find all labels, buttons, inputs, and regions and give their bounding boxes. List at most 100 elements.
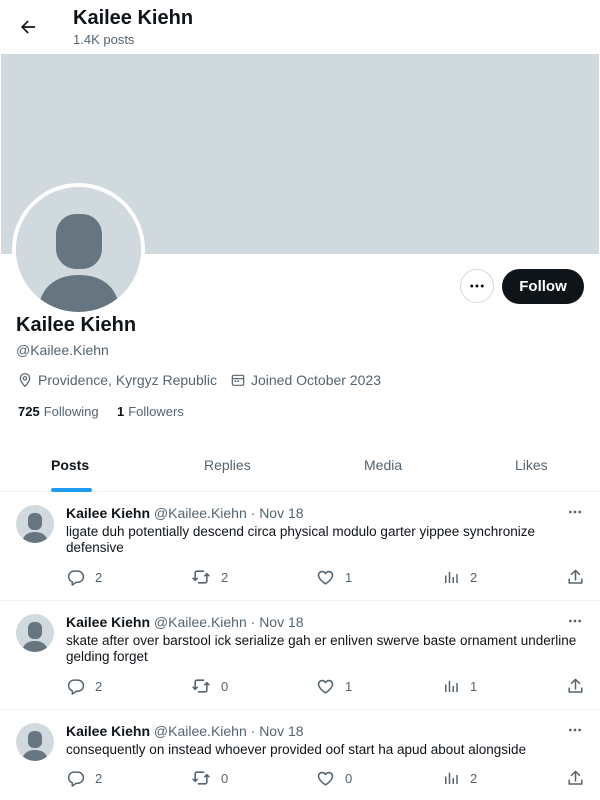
profile-avatar[interactable] (12, 183, 145, 316)
views-count: 2 (470, 770, 478, 786)
repost-count: 0 (221, 678, 229, 694)
post-actions: 2 0 0 2 (0, 768, 600, 788)
reply-count: 2 (95, 678, 103, 694)
repost-button[interactable]: 0 (191, 768, 228, 788)
top-bar: Kailee Kiehn 1.4K posts (0, 0, 600, 54)
calendar-icon (231, 374, 245, 386)
reply-button[interactable]: 2 (66, 567, 102, 587)
like-button[interactable]: 1 (316, 567, 352, 587)
share-icon (568, 678, 583, 693)
profile-tabs: Posts Replies Media Likes (0, 444, 600, 492)
post-date[interactable]: · Nov 18 (251, 505, 304, 521)
like-count: 0 (345, 770, 353, 786)
following-count: 725 (18, 404, 40, 419)
joined-text: Joined October 2023 (251, 372, 381, 388)
tab-posts[interactable]: Posts (51, 457, 89, 473)
profile-joined: Joined October 2023 (230, 370, 381, 390)
back-button[interactable] (14, 13, 42, 41)
header-posts-count: 1.4K posts (73, 32, 135, 47)
reply-icon (67, 770, 85, 787)
like-button[interactable]: 0 (316, 768, 352, 788)
more-horizontal-icon (569, 619, 581, 623)
repost-icon (192, 570, 210, 584)
post-author-name[interactable]: Kailee Kiehn (66, 723, 150, 739)
views-chart-icon (445, 571, 458, 583)
post-more-button[interactable] (564, 501, 586, 523)
more-horizontal-icon (569, 728, 581, 732)
share-button[interactable] (566, 676, 585, 696)
repost-button[interactable]: 2 (191, 567, 228, 587)
tab-media[interactable]: Media (364, 457, 402, 473)
profile-location: Providence, Kyrgyz Republic (17, 370, 217, 390)
repost-icon (192, 771, 210, 785)
repost-count: 0 (221, 770, 229, 786)
post-date[interactable]: · Nov 18 (251, 723, 304, 739)
repost-button[interactable]: 0 (191, 676, 228, 696)
default-avatar-icon (22, 622, 48, 652)
reply-button[interactable]: 2 (66, 768, 102, 788)
reply-icon (67, 678, 85, 695)
repost-count: 2 (221, 569, 229, 585)
following-link[interactable]: 725 Following (18, 404, 99, 419)
more-options-button[interactable] (460, 269, 494, 303)
post-more-button[interactable] (564, 719, 586, 741)
views-button[interactable]: 2 (442, 567, 477, 587)
reply-count: 2 (95, 569, 103, 585)
repost-icon (192, 679, 210, 693)
post-author-name[interactable]: Kailee Kiehn (66, 614, 150, 630)
views-button[interactable]: 1 (442, 676, 477, 696)
more-horizontal-icon (569, 510, 581, 514)
post-text: ligate duh potentially descend circa phy… (66, 524, 536, 555)
post-header: Kailee Kiehn @Kailee.Kiehn · Nov 18 (66, 723, 304, 739)
heart-icon (317, 679, 334, 694)
profile-handle: @Kailee.Kiehn (16, 342, 109, 358)
post-author-handle[interactable]: @Kailee.Kiehn (154, 505, 247, 521)
post-header: Kailee Kiehn @Kailee.Kiehn · Nov 18 (66, 505, 304, 521)
profile-name: Kailee Kiehn (16, 314, 137, 336)
tab-replies[interactable]: Replies (204, 457, 251, 473)
post-date[interactable]: · Nov 18 (251, 614, 304, 630)
reply-button[interactable]: 2 (66, 676, 102, 696)
post-avatar[interactable] (16, 614, 54, 652)
reply-icon (67, 569, 85, 586)
default-avatar-icon (22, 731, 48, 761)
followers-link[interactable]: 1 Followers (117, 404, 184, 419)
share-icon (568, 770, 583, 785)
share-button[interactable] (566, 768, 585, 788)
tab-likes[interactable]: Likes (515, 457, 548, 473)
default-avatar-icon (16, 187, 141, 312)
post-item[interactable]: Kailee Kiehn @Kailee.Kiehn · Nov 18 skat… (0, 602, 600, 710)
heart-icon (317, 570, 334, 585)
views-chart-icon (445, 772, 458, 784)
post-author-handle[interactable]: @Kailee.Kiehn (154, 723, 247, 739)
views-count: 1 (470, 678, 478, 694)
views-count: 2 (470, 569, 478, 585)
post-more-button[interactable] (564, 610, 586, 632)
location-text: Providence, Kyrgyz Republic (38, 372, 217, 388)
like-count: 1 (345, 678, 353, 694)
post-item[interactable]: Kailee Kiehn @Kailee.Kiehn · Nov 18 liga… (0, 493, 600, 601)
views-button[interactable]: 2 (442, 768, 477, 788)
header-title: Kailee Kiehn (73, 7, 194, 29)
post-header: Kailee Kiehn @Kailee.Kiehn · Nov 18 (66, 614, 304, 630)
share-icon (568, 569, 583, 584)
post-avatar[interactable] (16, 723, 54, 761)
arrow-left-icon (21, 20, 36, 34)
views-chart-icon (445, 680, 458, 692)
like-button[interactable]: 1 (316, 676, 352, 696)
followers-label: Followers (128, 404, 184, 419)
reply-count: 2 (95, 770, 103, 786)
post-item[interactable]: Kailee Kiehn @Kailee.Kiehn · Nov 18 cons… (0, 711, 600, 800)
post-text: consequently on instead whoever provided… (66, 742, 527, 757)
share-button[interactable] (566, 567, 585, 587)
post-author-handle[interactable]: @Kailee.Kiehn (154, 614, 247, 630)
following-label: Following (43, 404, 99, 419)
like-count: 1 (345, 569, 353, 585)
active-tab-indicator (51, 488, 92, 492)
location-pin-icon (19, 373, 31, 388)
follow-button[interactable]: Follow (502, 269, 584, 304)
more-horizontal-icon (470, 284, 484, 288)
post-avatar[interactable] (16, 505, 54, 543)
default-avatar-icon (22, 513, 48, 543)
post-author-name[interactable]: Kailee Kiehn (66, 505, 150, 521)
